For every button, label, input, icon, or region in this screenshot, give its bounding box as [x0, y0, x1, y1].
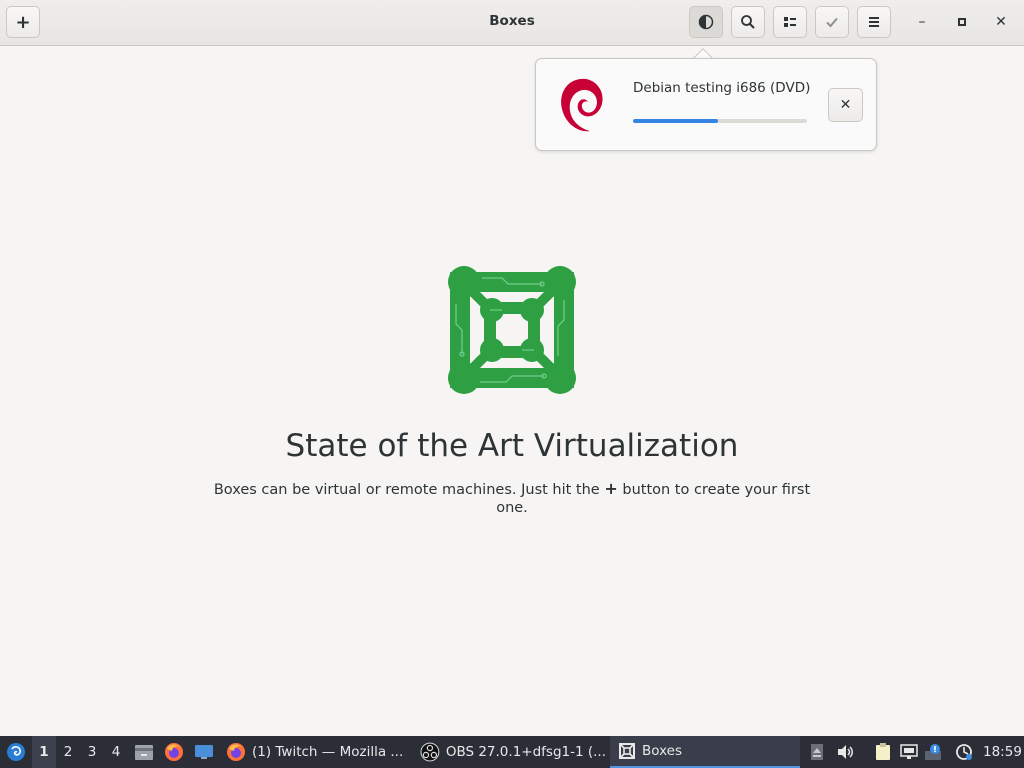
network-button[interactable] [898, 736, 920, 768]
volume-button[interactable] [834, 736, 856, 768]
cancel-download-button[interactable]: ✕ [828, 88, 863, 122]
close-button[interactable]: ✕ [989, 10, 1013, 34]
search-icon [741, 15, 755, 29]
firefox-icon [165, 743, 183, 761]
start-menu-icon [7, 743, 25, 761]
desc-text-start: Boxes can be virtual or remote machines.… [213, 482, 605, 498]
workspace-2[interactable]: 2 [56, 736, 80, 768]
workspace-1[interactable]: 1 [32, 736, 56, 768]
hamburger-icon [869, 17, 879, 27]
task-label: (1) Twitch — Mozilla ... [252, 744, 404, 760]
checkmark-icon [826, 17, 838, 28]
list-view-icon [784, 17, 796, 27]
task-label: Boxes [642, 743, 683, 759]
boxes-icon [619, 743, 635, 759]
search-button[interactable] [731, 6, 765, 38]
empty-state-title: State of the Art Virtualization [285, 428, 739, 464]
desktop-launcher[interactable] [193, 736, 215, 768]
clipboard-button[interactable] [872, 736, 894, 768]
debian-swirl-icon [561, 78, 603, 132]
header-bar: + Boxes – ✕ [0, 0, 1024, 46]
downloads-popover: Debian testing i686 (DVD) ✕ [535, 58, 877, 151]
minimize-icon: – [918, 14, 926, 30]
workspace-3[interactable]: 3 [80, 736, 104, 768]
notification-icon [925, 744, 941, 760]
obs-icon [420, 742, 440, 762]
update-button[interactable] [953, 736, 975, 768]
half-circle-icon [698, 14, 714, 30]
eject-button[interactable] [806, 736, 828, 768]
selection-mode-button[interactable] [815, 6, 849, 38]
file-manager-icon [135, 745, 153, 760]
file-manager-launcher[interactable] [133, 736, 155, 768]
firefox-icon [227, 743, 245, 761]
clipboard-icon [876, 743, 890, 760]
download-progress-fill [633, 119, 719, 123]
update-icon [956, 744, 972, 760]
eject-icon [811, 744, 823, 760]
maximize-button[interactable] [950, 10, 974, 34]
volume-icon [838, 745, 853, 759]
notification-button[interactable] [922, 736, 944, 768]
task-obs[interactable]: OBS 27.0.1+dfsg1-1 (... [412, 736, 606, 768]
empty-state-description: Boxes can be virtual or remote machines.… [212, 480, 812, 517]
workspace-4[interactable]: 4 [104, 736, 128, 768]
desktop-icon [195, 745, 213, 759]
firefox-launcher[interactable] [163, 736, 185, 768]
download-name: Debian testing i686 (DVD) [633, 80, 811, 96]
download-progress-bar [633, 119, 807, 123]
close-icon: ✕ [839, 97, 852, 113]
task-firefox[interactable]: (1) Twitch — Mozilla ... [218, 736, 408, 768]
maximize-icon [958, 18, 966, 26]
close-icon: ✕ [995, 14, 1007, 30]
main-menu-button[interactable] [857, 6, 891, 38]
minimize-button[interactable]: – [910, 10, 934, 34]
downloads-button[interactable] [689, 6, 723, 38]
plus-symbol: + [604, 479, 618, 498]
task-label: OBS 27.0.1+dfsg1-1 (... [445, 744, 606, 760]
network-icon [900, 744, 918, 759]
task-boxes[interactable]: Boxes [610, 736, 800, 768]
taskbar: 1 2 3 4 (1) Twitch — Mozilla ... OBS 27.… [0, 736, 1024, 768]
view-toggle-button[interactable] [773, 6, 807, 38]
start-menu-button[interactable] [4, 736, 28, 768]
boxes-logo [448, 266, 576, 394]
clock[interactable]: 18:59 [983, 736, 1022, 768]
